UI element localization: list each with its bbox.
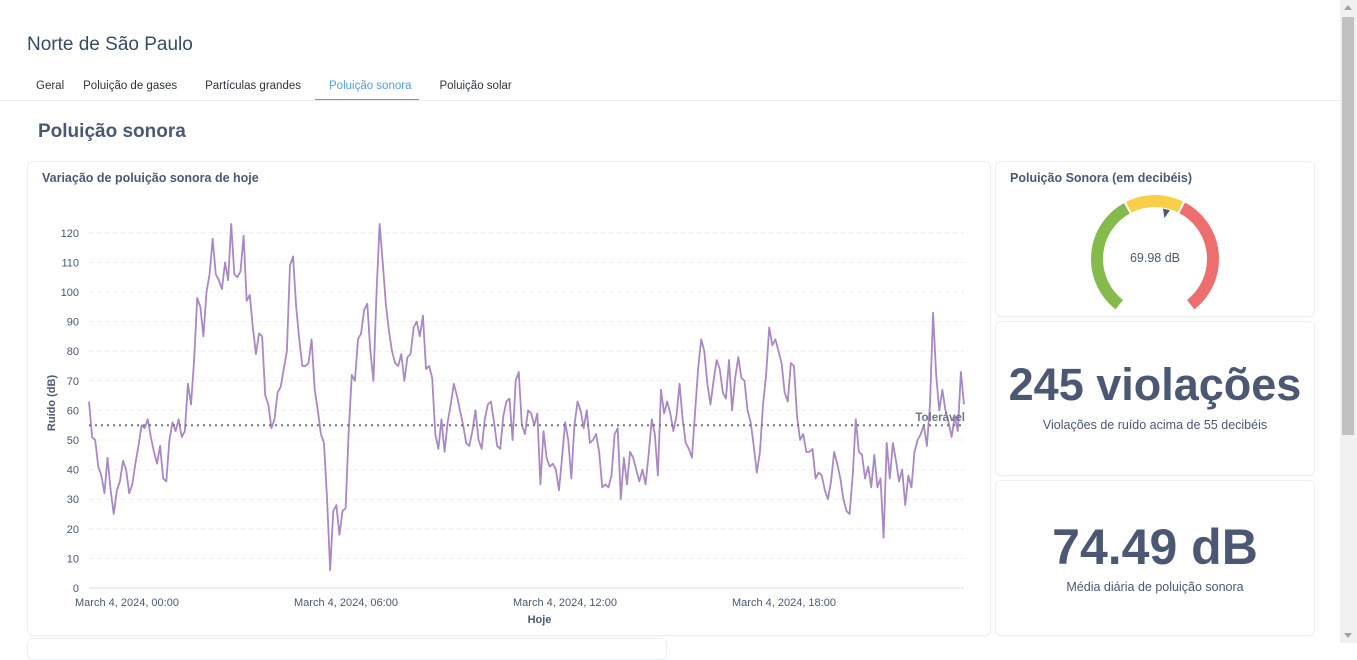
x-tick-label: March 4, 2024, 00:00 <box>75 597 179 609</box>
noise-series-line <box>88 223 965 572</box>
violations-value: 245 violações <box>1008 359 1302 410</box>
gauge-value-label: 69.98 dB <box>1130 251 1180 265</box>
y-tick-label: 30 <box>67 494 79 506</box>
y-tick-label: 50 <box>67 435 79 447</box>
scroll-down-icon[interactable] <box>1344 633 1352 638</box>
x-tick-label: March 4, 2024, 18:00 <box>732 597 836 609</box>
y-tick-label: 0 <box>73 583 79 595</box>
y-tick-label: 40 <box>67 465 79 477</box>
next-card-edge <box>27 638 667 660</box>
x-tick-label: March 4, 2024, 12:00 <box>513 597 617 609</box>
gauge-segment-high <box>1179 202 1219 310</box>
y-tick-label: 100 <box>61 287 79 299</box>
y-tick-label: 60 <box>67 405 79 417</box>
y-tick-label: 80 <box>67 346 79 358</box>
page-scrollbar[interactable] <box>1340 0 1357 643</box>
y-axis-label: Ruído (dB) <box>46 375 58 432</box>
tab-poluicao-solar[interactable]: Poluição solar <box>419 74 520 101</box>
scroll-up-icon[interactable] <box>1344 5 1352 10</box>
tabs-divider <box>0 100 1340 101</box>
y-tick-label: 120 <box>61 228 79 240</box>
scroll-thumb[interactable] <box>1342 17 1354 435</box>
noise-line-chart[interactable]: 0 10 20 30 40 50 60 70 80 90 100 110 120 March 4, 202… <box>28 162 990 635</box>
noise-line-chart-card[interactable]: Variação de poluição sonora de hoje 0 10 2… <box>27 161 991 636</box>
section-title: Poluição sonora <box>38 121 186 142</box>
tab-poluicao-gases[interactable]: Poluição de gases <box>73 74 191 101</box>
violations-caption: Violações de ruído acima de 55 decibéis <box>1042 418 1268 432</box>
x-tick-label: March 4, 2024, 06:00 <box>294 597 398 609</box>
gauge-pointer-icon <box>1163 208 1170 219</box>
tab-poluicao-sonora[interactable]: Poluição sonora <box>315 74 420 101</box>
y-tick-label: 10 <box>67 553 79 565</box>
violations-card[interactable]: 245 violações Violações de ruído acima d… <box>995 321 1315 476</box>
average-caption: Média diária de poluição sonora <box>1066 580 1244 594</box>
y-tick-label: 90 <box>67 317 79 329</box>
x-axis-label: Hoje <box>528 614 552 626</box>
average-card[interactable]: 74.49 dB Média diária de poluição sonora <box>995 480 1315 636</box>
tab-geral[interactable]: Geral <box>27 74 73 101</box>
y-tick-label: 110 <box>61 257 79 269</box>
tab-particulas-grandes[interactable]: Partículas grandes <box>191 74 315 101</box>
y-tick-label: 70 <box>67 376 79 388</box>
y-tick-label: 20 <box>67 524 79 536</box>
tab-bar: Geral Poluição de gases Partículas grand… <box>27 74 521 101</box>
dashboard-title: Norte de São Paulo <box>27 34 193 55</box>
average-value: 74.49 dB <box>1052 519 1258 575</box>
gauge-card[interactable]: Poluição Sonora (em decibéis) 69.98 dB <box>995 161 1315 317</box>
goal-label: Tolerável <box>915 412 965 424</box>
noise-gauge: 69.98 dB <box>1091 195 1219 310</box>
gauge-segment-low <box>1091 203 1130 310</box>
gauge-segment-mid <box>1125 195 1184 213</box>
